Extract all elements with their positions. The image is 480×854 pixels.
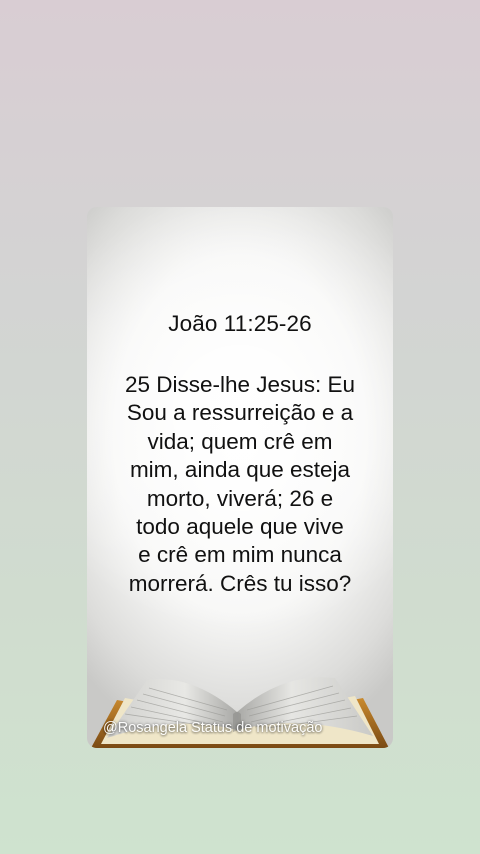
verse-line: 25 Disse-lhe Jesus: Eu (124, 372, 356, 397)
verse-line: Sou a ressurreição e a (126, 400, 354, 426)
verse-card: João 11:25-26 25 Disse-lhe Jesus: Eu Sou… (87, 207, 393, 748)
verse-line: morrerá. Crês tu isso? (128, 570, 352, 596)
verse-line: vida; quem crê em (147, 428, 333, 454)
watermark: @Rosangela Status de motivação (103, 720, 323, 736)
verse-line: e crê em mim nunca (138, 542, 342, 568)
verse-line: mim, ainda que esteja (129, 457, 351, 483)
verse-line: todo aquele que vive (136, 514, 344, 540)
verse-reference: João 11:25-26 (168, 311, 312, 336)
verse-text: 25 Disse-lhe Jesus: Eu Sou a ressurreiçã… (101, 371, 379, 598)
verse-line: morto, viverá; 26 e (146, 485, 334, 511)
